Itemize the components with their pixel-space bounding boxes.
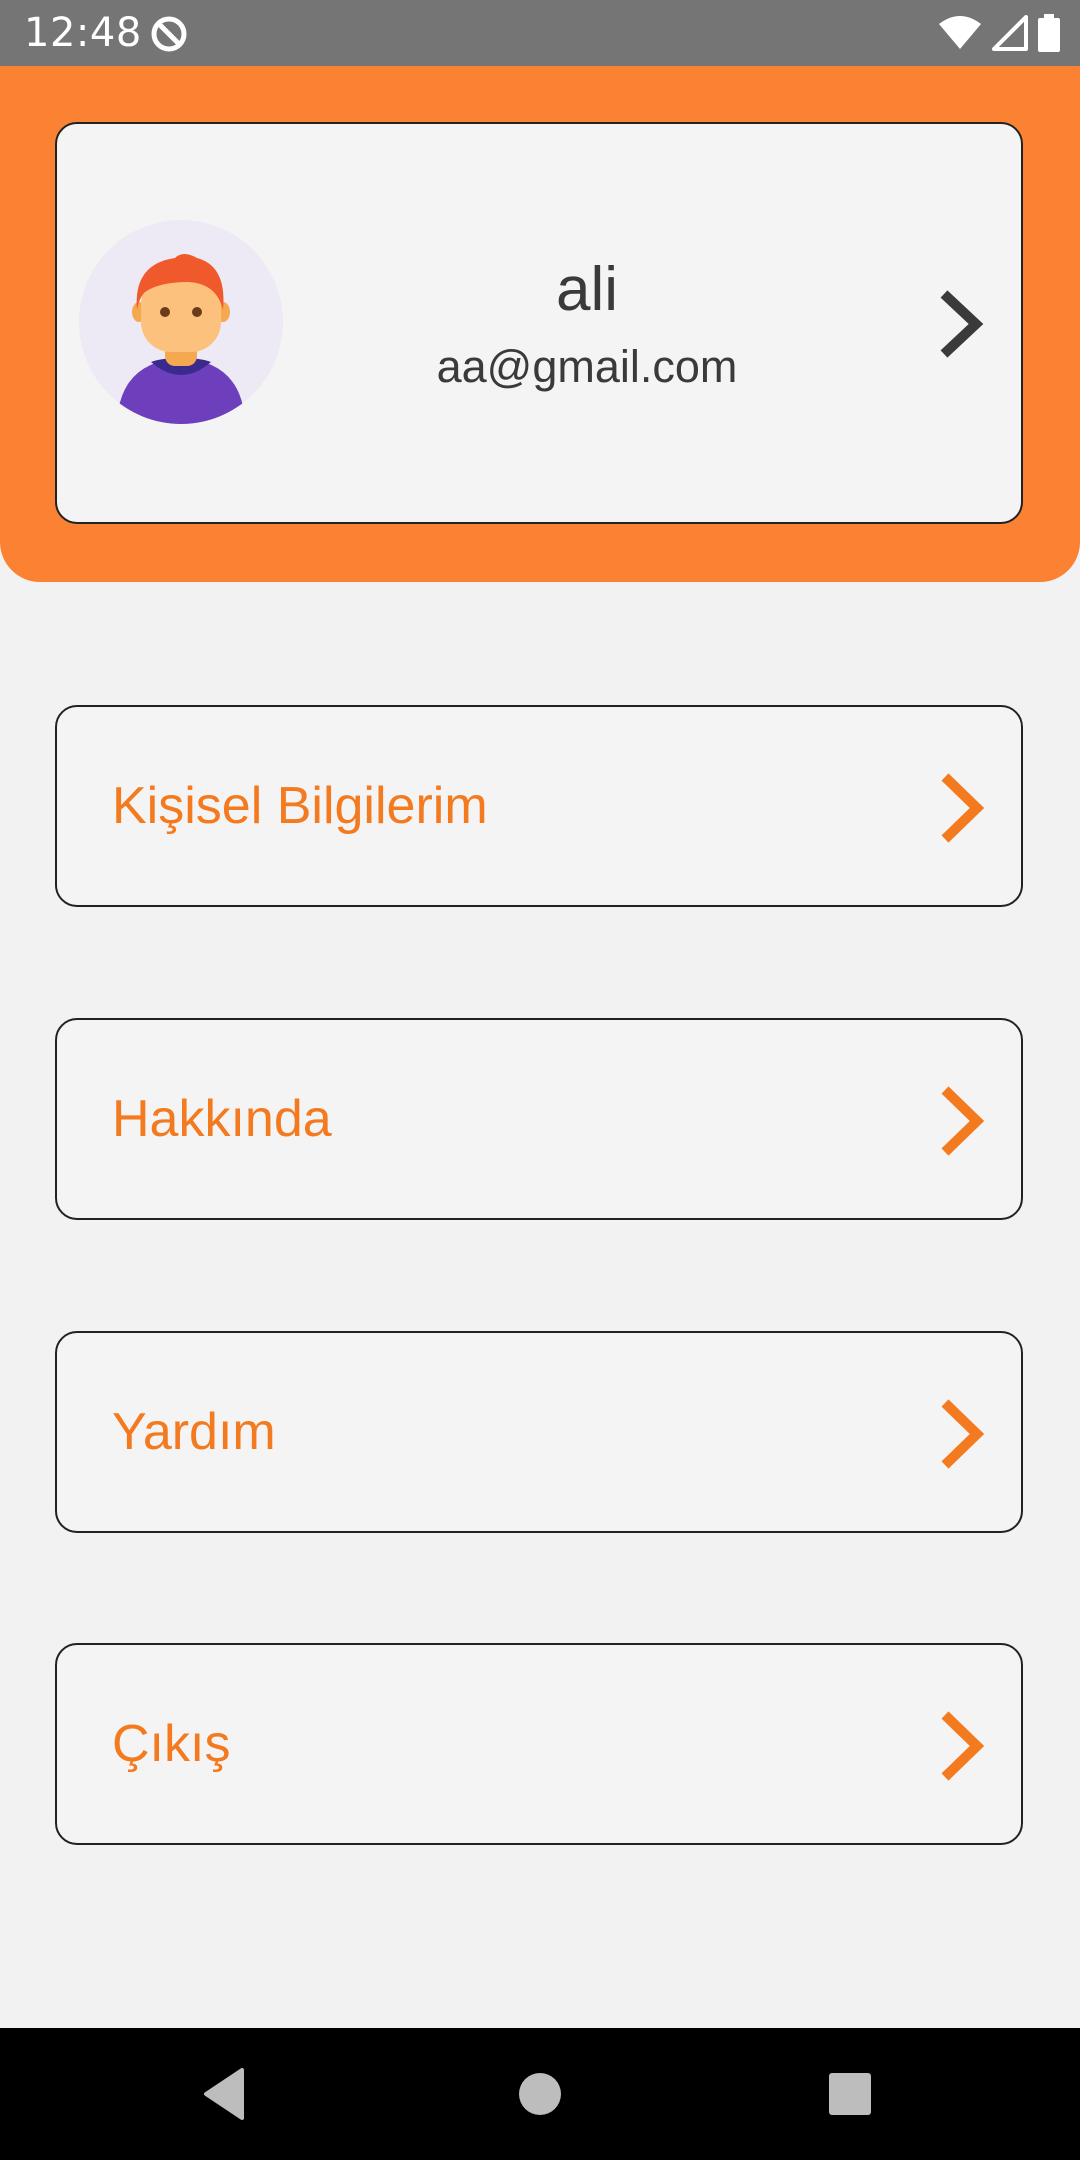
battery-icon bbox=[1038, 14, 1060, 52]
chevron-right-icon bbox=[941, 773, 985, 843]
data-saver-icon bbox=[151, 16, 187, 52]
chevron-right-icon bbox=[941, 1086, 985, 1156]
system-nav-bar bbox=[0, 2028, 1080, 2160]
chevron-right-icon bbox=[941, 1711, 985, 1781]
back-icon[interactable] bbox=[196, 2064, 256, 2124]
menu-item-personal-info[interactable]: Kişisel Bilgilerim bbox=[55, 705, 1023, 907]
chevron-right-icon[interactable] bbox=[932, 288, 992, 360]
status-time: 12:48 bbox=[24, 10, 142, 56]
home-icon[interactable] bbox=[510, 2064, 570, 2124]
menu-item-label: Çıkış bbox=[112, 1715, 231, 1773]
menu-item-label: Yardım bbox=[112, 1403, 276, 1461]
menu-item-logout[interactable]: Çıkış bbox=[55, 1643, 1023, 1845]
menu-item-label: Kişisel Bilgilerim bbox=[112, 777, 488, 835]
menu-item-label: Hakkında bbox=[112, 1090, 332, 1148]
user-avatar-icon bbox=[79, 220, 283, 424]
wifi-icon bbox=[939, 16, 981, 49]
signal-icon bbox=[992, 15, 1028, 51]
status-bar: 12:48 bbox=[0, 0, 1080, 66]
chevron-right-icon bbox=[941, 1399, 985, 1469]
recents-icon[interactable] bbox=[820, 2064, 880, 2124]
profile-name: ali bbox=[555, 255, 619, 324]
screen: 12:48 ali aa@gmail.com Kişisel Bilgileri… bbox=[0, 0, 1080, 2160]
menu-item-help[interactable]: Yardım bbox=[55, 1331, 1023, 1533]
status-icons bbox=[938, 12, 1060, 54]
profile-card[interactable]: ali aa@gmail.com bbox=[55, 122, 1023, 524]
profile-email: aa@gmail.com bbox=[436, 341, 738, 392]
menu-item-about[interactable]: Hakkında bbox=[55, 1018, 1023, 1220]
